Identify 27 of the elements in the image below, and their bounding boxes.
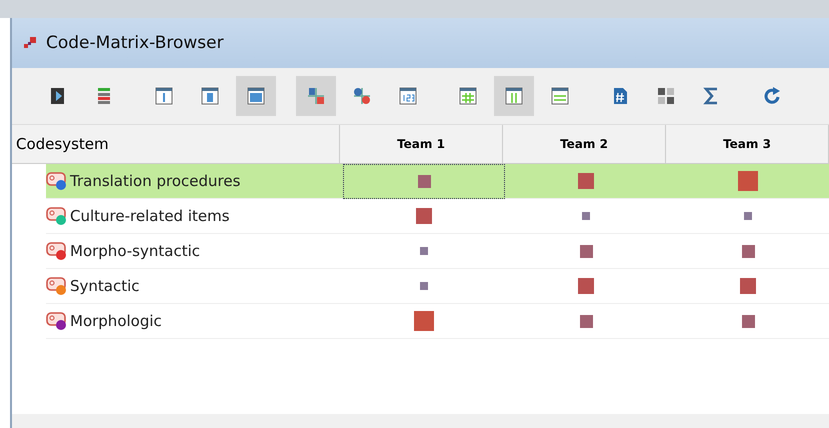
window-icon xyxy=(245,85,267,107)
code-label: Morpho-syntactic xyxy=(70,242,200,260)
tree-row[interactable]: Syntactic xyxy=(46,269,829,304)
tree-row[interactable]: Culture-related items xyxy=(46,199,829,234)
window-icon xyxy=(199,85,221,107)
code-label: Translation procedures xyxy=(70,172,240,190)
circles-icon xyxy=(351,85,373,107)
code-label: Syntactic xyxy=(70,277,140,295)
rows-icon xyxy=(549,85,571,107)
tree-row[interactable]: Translation procedures xyxy=(46,164,829,199)
squares-icon xyxy=(305,85,327,107)
window-icon xyxy=(153,85,175,107)
toolbar-button[interactable] xyxy=(494,76,534,116)
column-header[interactable]: Codesystem xyxy=(12,125,340,163)
column-header[interactable]: Team 1 xyxy=(340,125,503,163)
numbers-icon xyxy=(397,85,419,107)
app-logo-icon xyxy=(22,35,38,51)
tree-row[interactable]: Morpho-syntactic xyxy=(46,234,829,269)
columns-icon xyxy=(503,85,525,107)
code-label: Culture-related items xyxy=(70,207,230,225)
window-title: Code-Matrix-Browser xyxy=(46,33,224,53)
code-label: Morphologic xyxy=(70,312,162,330)
column-header[interactable]: Team 3 xyxy=(666,125,829,163)
column-header[interactable]: Team 2 xyxy=(503,125,666,163)
grid-icon xyxy=(457,85,479,107)
tree-row[interactable]: Morphologic xyxy=(46,304,829,339)
toolbar-button[interactable] xyxy=(236,76,276,116)
